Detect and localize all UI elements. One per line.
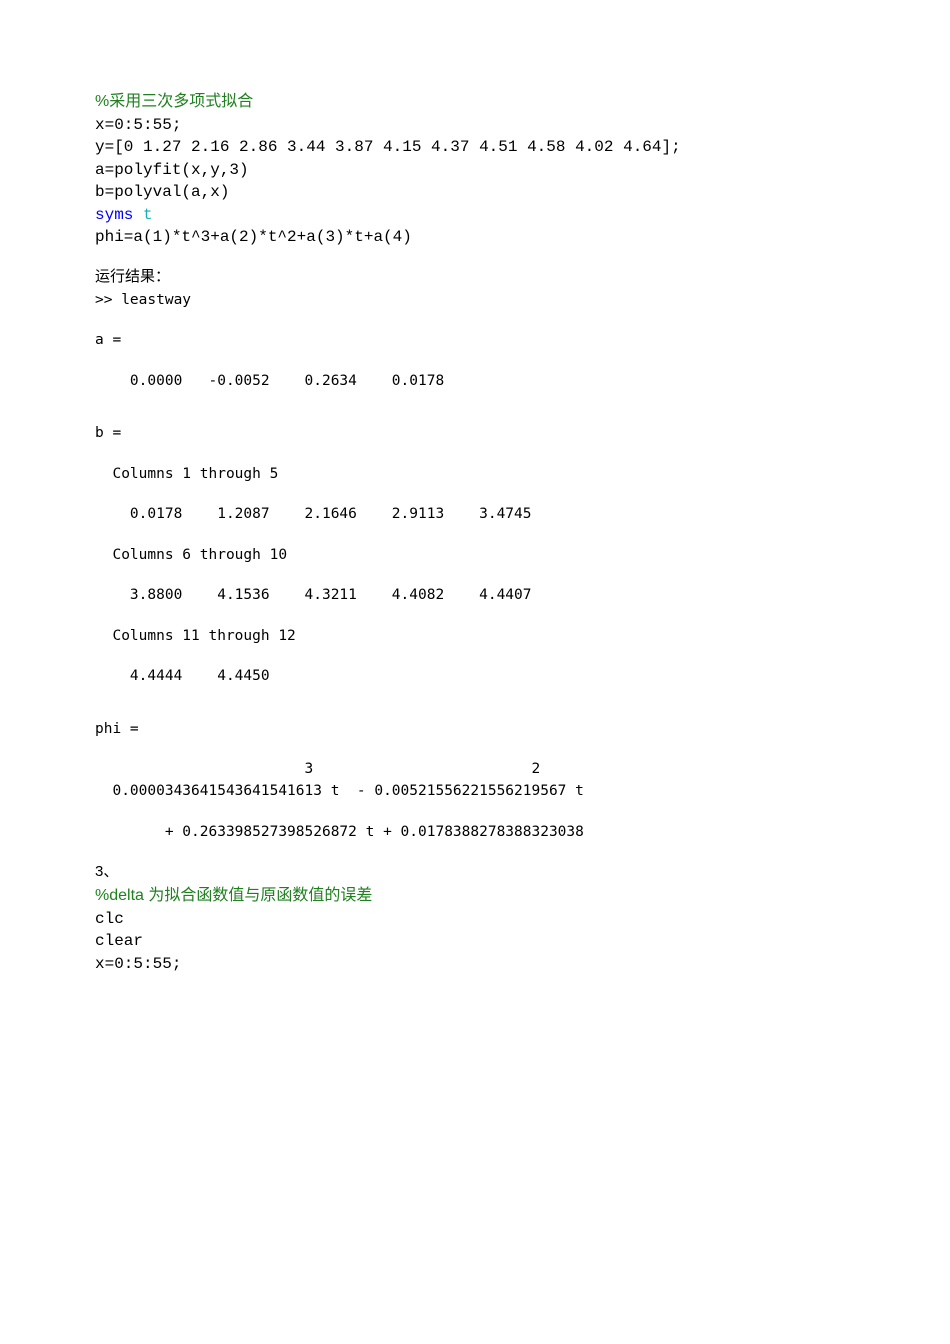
output-a-label: a =	[95, 329, 855, 351]
output-heading: 运行结果：	[95, 266, 855, 289]
code-comment-1: %采用三次多项式拟合	[95, 90, 855, 114]
output-block: >> leastway a = 0.0000 -0.0052 0.2634 0.…	[95, 289, 855, 844]
code-block-1: x=0:5:55; y=[0 1.27 2.16 2.86 3.44 3.87 …	[95, 114, 855, 248]
output-b-label: b =	[95, 422, 855, 444]
code-line: a=polyfit(x,y,3)	[95, 159, 855, 181]
output-b-vals: 3.8800 4.1536 4.3211 4.4082 4.4407	[95, 584, 855, 606]
output-phi-exp: 3 2	[95, 758, 855, 780]
output-phi-line: 0.0000343641543641541613 t - 0.005215562…	[95, 780, 855, 802]
output-prompt: >> leastway	[95, 289, 855, 311]
syms-var: t	[143, 206, 153, 224]
output-b-vals: 4.4444 4.4450	[95, 665, 855, 687]
output-b-cols: Columns 6 through 10	[95, 544, 855, 566]
code-line: b=polyval(a,x)	[95, 181, 855, 203]
syms-keyword: syms	[95, 206, 143, 224]
code-line: x=0:5:55;	[95, 114, 855, 136]
code-line: clear	[95, 930, 855, 952]
code-block-2: clc clear x=0:5:55;	[95, 908, 855, 975]
output-a-values: 0.0000 -0.0052 0.2634 0.0178	[95, 370, 855, 392]
code-line: syms t	[95, 204, 855, 226]
output-phi-line: + 0.263398527398526872 t + 0.01783882783…	[95, 821, 855, 843]
output-b-vals: 0.0178 1.2087 2.1646 2.9113 3.4745	[95, 503, 855, 525]
output-phi-label: phi =	[95, 718, 855, 740]
code-comment-2: %delta 为拟合函数值与原函数值的误差	[95, 884, 855, 908]
code-line: phi=a(1)*t^3+a(2)*t^2+a(3)*t+a(4)	[95, 226, 855, 248]
output-b-cols: Columns 11 through 12	[95, 625, 855, 647]
code-line: y=[0 1.27 2.16 2.86 3.44 3.87 4.15 4.37 …	[95, 136, 855, 158]
code-line: x=0:5:55;	[95, 953, 855, 975]
section-number: 3、	[95, 861, 855, 884]
output-b-cols: Columns 1 through 5	[95, 463, 855, 485]
code-line: clc	[95, 908, 855, 930]
